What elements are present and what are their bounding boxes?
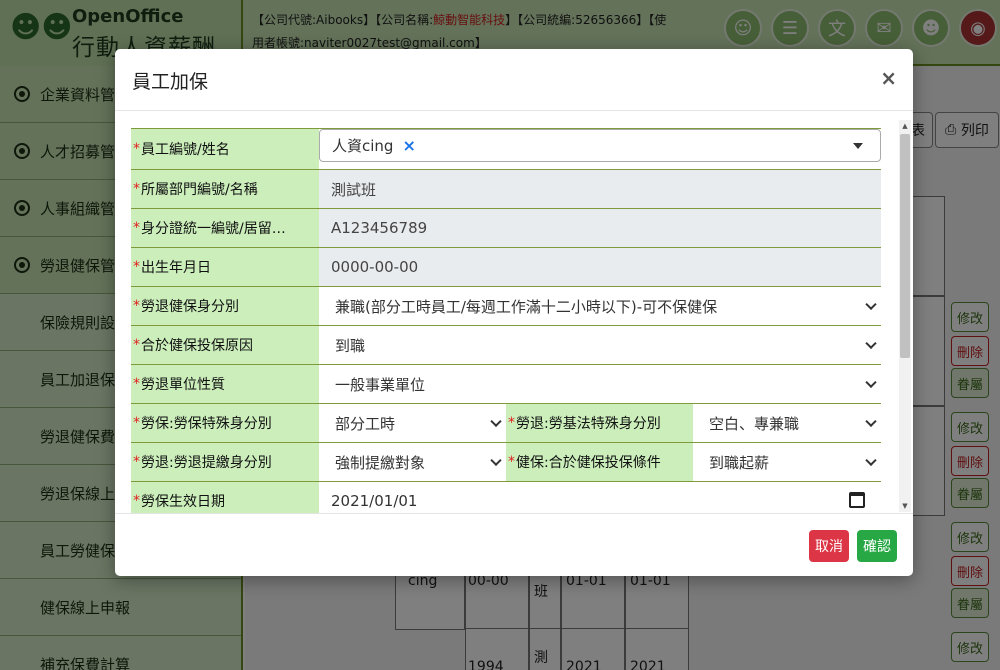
form-row-labor-effective-date: * 勞保生效日期 2021/01/01: [131, 482, 881, 513]
field-label: * 勞退:勞基法特殊身分別: [506, 404, 693, 442]
modal-scrollbar[interactable]: ▲ ▼: [899, 120, 911, 512]
scroll-up-icon[interactable]: ▲: [899, 120, 911, 132]
enroll-modal: 員工加保 × * 員工編號/姓名 人資cing × * 所屬部門編號/名稱 測試班: [115, 49, 913, 576]
required-mark: *: [508, 454, 515, 470]
required-mark: *: [133, 141, 140, 157]
health-condition-select[interactable]: 到職起薪: [693, 443, 881, 481]
split-row: 部分工時 * 勞退:勞基法特殊身分別 空白、專兼職: [319, 404, 881, 442]
required-mark: *: [508, 415, 515, 431]
labor-special-label: 勞保:勞保特殊身分別: [141, 416, 272, 432]
cancel-button[interactable]: 取消: [809, 530, 849, 562]
date-value: 2021/01/01: [331, 492, 418, 510]
field-label: * 勞退健保身分別: [131, 287, 319, 325]
confirm-button[interactable]: 確認: [857, 530, 897, 562]
caret-down-icon[interactable]: [853, 143, 863, 149]
field-label: * 合於健保投保原因: [131, 326, 319, 364]
required-mark: *: [133, 493, 140, 509]
form-row-department: * 所屬部門編號/名稱 測試班: [131, 170, 881, 209]
pension-contribution-select[interactable]: 強制提繳對象: [319, 443, 506, 481]
form-row-health-reason: * 合於健保投保原因 到職: [131, 326, 881, 365]
required-mark: *: [133, 298, 140, 314]
close-icon[interactable]: ×: [880, 66, 897, 90]
select-value: 強制提繳對象: [335, 453, 426, 472]
modal-header: 員工加保 ×: [115, 49, 913, 111]
scrollbar-thumb[interactable]: [900, 134, 910, 358]
chevron-down-icon: [865, 415, 877, 428]
pension-contribution-label: 勞退:勞退提繳身分別: [141, 455, 272, 471]
employee-field: 人資cing ×: [319, 129, 881, 169]
form-row-employee: * 員工編號/姓名 人資cing ×: [131, 128, 881, 170]
employee-label: 員工編號/姓名: [141, 142, 230, 158]
select-value: 到職起薪: [709, 453, 770, 472]
form-row-pension-contribution: * 勞退:勞退提繳身分別 強制提繳對象 * 健保:合於健保投保條件 到職起薪: [131, 443, 881, 482]
form-row-id: * 身分證統一編號/居留… A123456789: [131, 209, 881, 248]
field-label: * 出生年月日: [131, 248, 319, 286]
chevron-down-icon: [865, 376, 877, 389]
health-reason-label: 合於健保投保原因: [141, 338, 253, 354]
id-number-label: 身分證統一編號/居留…: [141, 221, 286, 237]
department-field: 測試班: [319, 170, 881, 208]
chevron-down-icon: [865, 298, 877, 311]
field-label: * 勞保生效日期: [131, 482, 319, 513]
modal-body: * 員工編號/姓名 人資cing × * 所屬部門編號/名稱 測試班 * 身分證統一編…: [115, 112, 913, 513]
required-mark: *: [133, 181, 140, 197]
health-reason-select[interactable]: 到職: [319, 326, 881, 364]
enroll-form: * 員工編號/姓名 人資cing × * 所屬部門編號/名稱 測試班 * 身分證統一編…: [131, 128, 881, 513]
field-label: * 勞退:勞退提繳身分別: [131, 443, 319, 481]
field-label: * 所屬部門編號/名稱: [131, 170, 319, 208]
required-mark: *: [133, 220, 140, 236]
required-mark: *: [133, 259, 140, 275]
chevron-down-icon: [865, 454, 877, 467]
form-row-birthdate: * 出生年月日 0000-00-00: [131, 248, 881, 287]
pension-special-label: 勞退:勞基法特殊身分別: [516, 416, 661, 432]
chevron-down-icon: [865, 337, 877, 350]
required-mark: *: [133, 454, 140, 470]
unit-type-select[interactable]: 一般事業單位: [319, 365, 881, 403]
select-value: 到職: [335, 336, 366, 355]
scroll-down-icon[interactable]: ▼: [899, 500, 911, 512]
calendar-icon[interactable]: [849, 492, 865, 508]
labor-special-select[interactable]: 部分工時: [319, 404, 506, 442]
chevron-down-icon: [490, 454, 502, 467]
split-row: 強制提繳對象 * 健保:合於健保投保條件 到職起薪: [319, 443, 881, 481]
department-label: 所屬部門編號/名稱: [141, 182, 258, 198]
form-row-unit-type: * 勞退單位性質 一般事業單位: [131, 365, 881, 404]
required-mark: *: [133, 415, 140, 431]
field-label: * 勞保:勞保特殊身分別: [131, 404, 319, 442]
form-row-health-status: * 勞退健保身分別 兼職(部分工時員工/每週工作滿十二小時以下)-可不保健保: [131, 287, 881, 326]
required-mark: *: [133, 337, 140, 353]
select-value: 空白、專兼職: [709, 414, 800, 433]
labor-effective-date-label: 勞保生效日期: [141, 494, 225, 510]
select-value: 部分工時: [335, 414, 396, 433]
remove-tag-icon[interactable]: ×: [402, 136, 415, 155]
modal-title: 員工加保: [132, 71, 209, 93]
labor-effective-date-field: 2021/01/01: [319, 482, 881, 513]
id-number-field: A123456789: [319, 209, 881, 247]
health-status-select[interactable]: 兼職(部分工時員工/每週工作滿十二小時以下)-可不保健保: [319, 287, 881, 325]
modal-footer: 取消 確認: [115, 513, 913, 576]
labor-effective-date-input[interactable]: 2021/01/01: [319, 482, 881, 513]
health-condition-label: 健保:合於健保投保條件: [516, 455, 661, 471]
form-row-labor-special: * 勞保:勞保特殊身分別 部分工時 * 勞退:勞基法特殊身分別 空白、專兼職: [131, 404, 881, 443]
unit-type-label: 勞退單位性質: [141, 377, 225, 393]
pension-special-select[interactable]: 空白、專兼職: [693, 404, 881, 442]
field-label: * 身分證統一編號/居留…: [131, 209, 319, 247]
required-mark: *: [133, 376, 140, 392]
field-label: * 員工編號/姓名: [131, 129, 319, 169]
health-status-label: 勞退健保身分別: [141, 299, 239, 315]
birthdate-field: 0000-00-00: [319, 248, 881, 286]
select-value: 兼職(部分工時員工/每週工作滿十二小時以下)-可不保健保: [335, 297, 718, 316]
employee-select[interactable]: 人資cing ×: [319, 129, 881, 162]
birthdate-label: 出生年月日: [141, 260, 211, 276]
field-label: * 勞退單位性質: [131, 365, 319, 403]
employee-tag: 人資cing: [332, 137, 394, 155]
field-label: * 健保:合於健保投保條件: [506, 443, 693, 481]
chevron-down-icon: [490, 415, 502, 428]
select-value: 一般事業單位: [335, 375, 426, 394]
